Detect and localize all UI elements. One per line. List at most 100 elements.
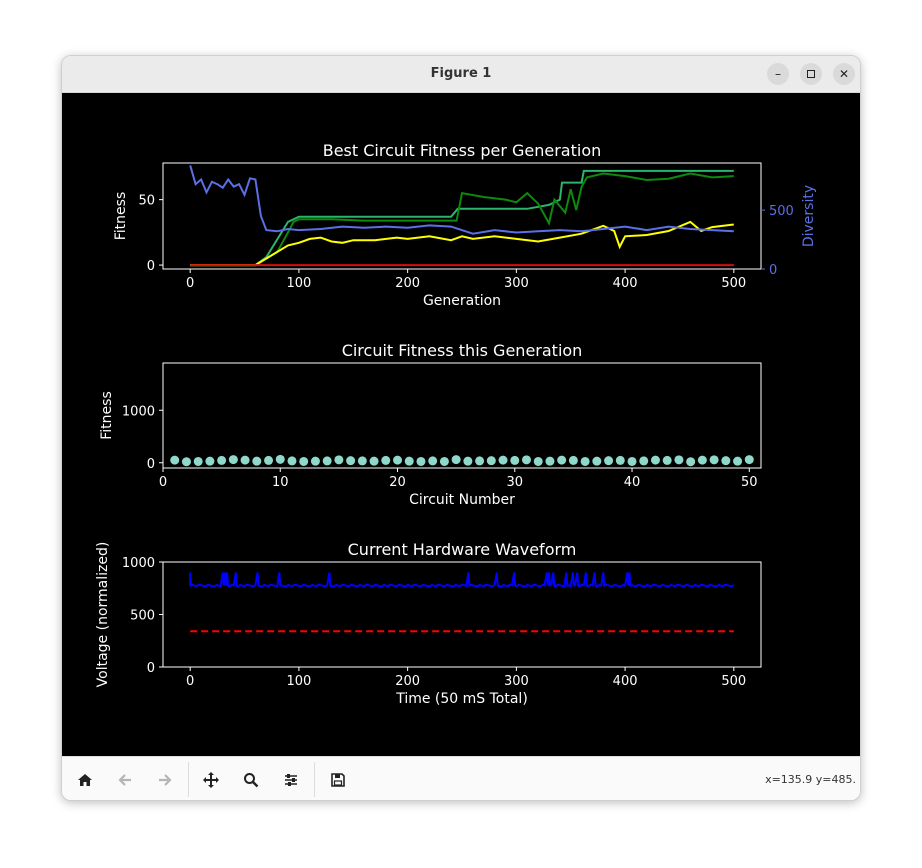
scatter-point — [557, 455, 567, 465]
scatter-point — [228, 455, 238, 465]
chart-title-3: Current Hardware Waveform — [348, 540, 577, 559]
y-axis-label-1: Fitness — [113, 192, 129, 241]
scatter-point — [287, 456, 297, 466]
figure-canvas[interactable]: Best Circuit Fitness per Generation 0 100 2… — [62, 93, 860, 756]
scatter-point — [521, 455, 531, 465]
x-tick-label: 400 — [613, 674, 638, 689]
scatter-point — [674, 455, 684, 465]
configure-subplots-button[interactable] — [276, 765, 306, 795]
home-button[interactable] — [70, 765, 100, 795]
scatter-point — [709, 455, 719, 465]
scatter-point — [299, 456, 309, 466]
cursor-coordinates: x=135.9 y=485. — [765, 773, 856, 786]
y-tick-label: 0 — [147, 457, 155, 472]
x-tick-label: 500 — [721, 276, 746, 291]
scatter-point — [252, 456, 262, 466]
x-tick-label: 200 — [395, 674, 420, 689]
scatter-point — [533, 456, 543, 466]
scatter-point — [346, 456, 356, 466]
scatter-point — [181, 457, 191, 467]
forward-button[interactable] — [150, 765, 180, 795]
scatter-point — [486, 456, 496, 466]
scatter-point — [545, 456, 555, 466]
x-tick-label: 50 — [741, 475, 758, 490]
back-icon — [118, 774, 131, 786]
pan-icon — [203, 772, 219, 788]
scatter-point — [275, 454, 285, 464]
save-button[interactable] — [323, 765, 353, 795]
scatter-point — [416, 456, 426, 466]
x-tick-label: 100 — [286, 674, 311, 689]
x-axis-label-3: Time (50 mS Total) — [395, 691, 528, 707]
close-button[interactable]: ✕ — [833, 63, 855, 85]
x-tick-label: 300 — [504, 276, 529, 291]
configure-subplots-icon — [285, 774, 297, 786]
y-axis-label-2: Fitness — [99, 391, 115, 440]
navigation-toolbar: x=135.9 y=485. — [62, 756, 860, 800]
chart-title-2: Circuit Fitness this Generation — [342, 341, 583, 360]
plots-svg: Best Circuit Fitness per Generation 0 100 2… — [95, 141, 817, 707]
waveform-line — [189, 572, 735, 588]
toolbar-separator — [188, 762, 189, 797]
axes-frame-2 — [162, 362, 762, 469]
scatter-point — [240, 455, 250, 465]
scatter-point — [357, 456, 367, 466]
x-tick-label: 0 — [159, 475, 167, 490]
x-tick-label: 400 — [613, 276, 638, 291]
forward-icon — [159, 774, 172, 786]
y-tick-label: 1000 — [122, 556, 155, 571]
x-tick-label: 20 — [389, 475, 406, 490]
scatter-point — [428, 456, 438, 466]
scatter-point — [205, 456, 215, 466]
scatter-point — [334, 455, 344, 465]
scatter-point — [463, 456, 473, 466]
y-tick-label: 0 — [147, 661, 155, 676]
scatter-point — [650, 455, 660, 465]
x-tick-label: 30 — [506, 475, 523, 490]
scatter-point — [322, 456, 332, 466]
scatter-point — [639, 456, 649, 466]
figure-window: Figure 1 – ✕ Best Circuit Fitness per Ge… — [61, 55, 861, 801]
y2-tick-label: 500 — [769, 204, 794, 219]
toolbar-separator — [314, 762, 315, 797]
maximize-button[interactable] — [800, 63, 822, 85]
scatter-point — [439, 456, 449, 466]
back-button[interactable] — [110, 765, 140, 795]
scatter-point — [568, 455, 578, 465]
y-tick-label: 0 — [147, 259, 155, 274]
chart-title-1: Best Circuit Fitness per Generation — [323, 141, 602, 160]
scatter-point — [393, 455, 403, 465]
zoom-button[interactable] — [236, 765, 266, 795]
scatter-point — [264, 455, 274, 465]
title-bar: Figure 1 – ✕ — [62, 56, 860, 93]
scatter-point — [662, 455, 672, 465]
save-icon — [331, 773, 345, 787]
scatter-point — [404, 456, 414, 466]
scatter-point — [170, 455, 180, 465]
x-axis-label-2: Circuit Number — [409, 492, 515, 508]
x-tick-label: 40 — [624, 475, 641, 490]
scatter-point — [217, 455, 227, 465]
y2-axis-label: Diversity — [801, 185, 817, 247]
x-tick-label: 100 — [286, 276, 311, 291]
series-line-1 — [190, 169, 734, 267]
x-tick-label: 0 — [186, 276, 194, 291]
scatter-point — [381, 455, 391, 465]
x-tick-label: 0 — [186, 674, 194, 689]
scatter-point — [510, 455, 520, 465]
y-tick-label: 50 — [138, 194, 155, 209]
zoom-icon — [244, 773, 259, 788]
scatter-point — [686, 457, 696, 467]
minimize-button[interactable]: – — [767, 63, 789, 85]
scatter-point — [627, 456, 637, 466]
pan-button[interactable] — [196, 765, 226, 795]
axes-frame-3 — [162, 561, 762, 668]
scatter-point — [310, 456, 320, 466]
y-tick-label: 1000 — [122, 404, 155, 419]
y2-tick-label: 0 — [769, 263, 777, 278]
y-axis-label-3: Voltage (normalized) — [95, 542, 111, 688]
scatter-point — [721, 456, 731, 466]
scatter-point — [475, 456, 485, 466]
scatter-point — [369, 456, 379, 466]
scatter-point — [697, 455, 707, 465]
